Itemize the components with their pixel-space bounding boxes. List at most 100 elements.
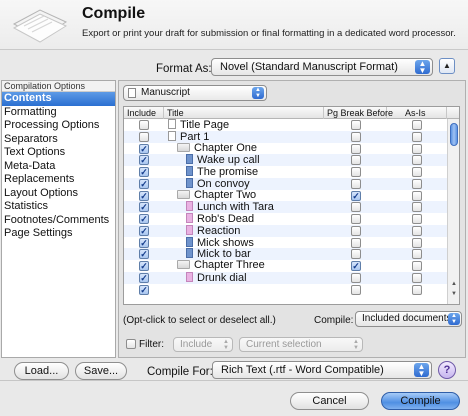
collection-popup[interactable]: Manuscript ▲ ▼ bbox=[123, 85, 267, 101]
table-row[interactable]: ✓ Rob's Dead bbox=[124, 213, 447, 225]
compile-scope-popup[interactable]: Included documents ▲ ▼ bbox=[355, 311, 462, 327]
scroll-down-icon[interactable]: ▼ bbox=[450, 291, 458, 297]
pg-break-checkbox[interactable] bbox=[351, 143, 361, 154]
include-checkbox[interactable]: ✓ bbox=[139, 167, 149, 177]
include-checkbox[interactable] bbox=[139, 120, 149, 130]
row-title: The promise bbox=[186, 166, 258, 178]
include-checkbox[interactable]: ✓ bbox=[139, 143, 149, 154]
sidebar-item-separators[interactable]: Separators bbox=[2, 133, 115, 147]
pg-break-checkbox[interactable] bbox=[351, 272, 361, 283]
sidebar-item-footnotes-comments[interactable]: Footnotes/Comments bbox=[2, 214, 115, 228]
table-scrollbar[interactable]: ▲ ▼ bbox=[447, 119, 459, 304]
as-is-checkbox[interactable] bbox=[412, 261, 422, 271]
include-column-header[interactable]: Include bbox=[124, 107, 164, 119]
sidebar-item-replacements[interactable]: Replacements bbox=[2, 173, 115, 187]
filter-mode-popup[interactable]: Include ▲ ▼ bbox=[173, 337, 233, 352]
pg-break-checkbox[interactable] bbox=[351, 178, 361, 189]
pg-break-checkbox[interactable] bbox=[351, 214, 361, 224]
table-row[interactable]: ✓ Reaction bbox=[124, 224, 447, 237]
include-checkbox[interactable]: ✓ bbox=[139, 214, 149, 224]
table-row[interactable]: ✓ Mick shows bbox=[124, 236, 447, 248]
row-title-text: Reaction bbox=[197, 224, 241, 237]
sidebar-item-statistics[interactable]: Statistics bbox=[2, 200, 115, 214]
collapse-format-button[interactable]: ▲ bbox=[439, 58, 455, 74]
table-row[interactable]: ✓ On convoy bbox=[124, 177, 447, 190]
as-is-checkbox[interactable] bbox=[412, 237, 422, 248]
format-as-popup[interactable]: Novel (Standard Manuscript Format) ▲ ▼ bbox=[211, 58, 433, 76]
include-checkbox[interactable]: ✓ bbox=[139, 155, 149, 166]
sidebar-item-processing-options[interactable]: Processing Options bbox=[2, 119, 115, 133]
table-row[interactable]: ✓ Chapter One bbox=[124, 142, 447, 155]
pg-break-checkbox[interactable] bbox=[351, 225, 361, 236]
table-row[interactable]: ✓ ✓ Chapter Two bbox=[124, 189, 447, 202]
as-is-checkbox[interactable] bbox=[412, 155, 422, 166]
sidebar-item-text-options[interactable]: Text Options bbox=[2, 146, 115, 160]
sidebar-item-page-settings[interactable]: Page Settings bbox=[2, 227, 115, 241]
table-row[interactable]: ✓ Lunch with Tara bbox=[124, 201, 447, 213]
pg-break-checkbox[interactable]: ✓ bbox=[351, 261, 361, 271]
as-is-checkbox[interactable] bbox=[412, 214, 422, 224]
pg-break-checkbox[interactable] bbox=[351, 249, 361, 260]
folder-icon bbox=[177, 142, 190, 152]
include-checkbox[interactable]: ✓ bbox=[139, 202, 149, 213]
as-is-checkbox[interactable] bbox=[412, 249, 422, 260]
as-is-checkbox[interactable] bbox=[412, 178, 422, 189]
compile-for-popup[interactable]: Rich Text (.rtf - Word Compatible) ▲ ▼ bbox=[212, 361, 432, 379]
pg-break-checkbox[interactable] bbox=[351, 131, 361, 142]
as-is-checkbox[interactable] bbox=[412, 202, 422, 213]
as-is-checkbox[interactable] bbox=[412, 190, 422, 201]
save-button[interactable]: Save... bbox=[75, 362, 127, 380]
table-row[interactable]: ✓ Wake up call bbox=[124, 154, 447, 166]
as-is-checkbox[interactable] bbox=[412, 143, 422, 154]
pg-break-checkbox[interactable] bbox=[351, 237, 361, 248]
filter-checkbox[interactable] bbox=[126, 339, 136, 349]
load-button[interactable]: Load... bbox=[14, 362, 69, 380]
table-row[interactable]: ✓ bbox=[124, 284, 447, 296]
folder-icon bbox=[177, 189, 190, 199]
table-row[interactable]: Part 1 bbox=[124, 130, 447, 143]
sidebar-item-layout-options[interactable]: Layout Options bbox=[2, 187, 115, 201]
compile-button[interactable]: Compile bbox=[381, 392, 460, 410]
include-checkbox[interactable]: ✓ bbox=[139, 272, 149, 283]
include-checkbox[interactable]: ✓ bbox=[139, 261, 149, 271]
pg-break-checkbox[interactable] bbox=[351, 202, 361, 213]
pg-break-checkbox[interactable] bbox=[351, 120, 361, 130]
as-is-checkbox[interactable] bbox=[412, 225, 422, 236]
include-checkbox[interactable]: ✓ bbox=[139, 249, 149, 260]
sidebar-item-contents[interactable]: Contents bbox=[2, 92, 115, 106]
as-is-checkbox[interactable] bbox=[412, 167, 422, 177]
pink-text-icon bbox=[186, 271, 193, 282]
title-column-header[interactable]: Title bbox=[164, 107, 324, 119]
table-row[interactable]: ✓ ✓ Chapter Three bbox=[124, 259, 447, 272]
table-row[interactable]: ✓ The promise bbox=[124, 166, 447, 178]
scroll-thumb[interactable] bbox=[450, 123, 458, 146]
include-checkbox[interactable]: ✓ bbox=[139, 178, 149, 189]
table-row[interactable]: Title Page bbox=[124, 119, 447, 131]
as-is-checkbox[interactable] bbox=[412, 131, 422, 142]
scroll-up-icon[interactable]: ▲ bbox=[450, 281, 458, 287]
table-row[interactable]: ✓ Drunk dial bbox=[124, 271, 447, 284]
pg-break-column-header[interactable]: Pg Break Before bbox=[324, 107, 393, 119]
pg-break-checkbox[interactable]: ✓ bbox=[351, 190, 361, 201]
pg-break-checkbox[interactable] bbox=[351, 155, 361, 166]
include-checkbox[interactable]: ✓ bbox=[139, 190, 149, 201]
as-is-column-header[interactable]: As-Is bbox=[387, 107, 447, 119]
as-is-checkbox[interactable] bbox=[412, 272, 422, 283]
include-checkbox[interactable]: ✓ bbox=[139, 237, 149, 248]
include-checkbox[interactable]: ✓ bbox=[139, 284, 149, 295]
popup-arrows-icon: ▲ ▼ bbox=[252, 87, 264, 99]
table-row[interactable]: ✓ Mick to bar bbox=[124, 248, 447, 260]
include-checkbox[interactable]: ✓ bbox=[139, 225, 149, 236]
blue-text-icon bbox=[186, 177, 193, 188]
sidebar-item-meta-data[interactable]: Meta-Data bbox=[2, 160, 115, 174]
as-is-checkbox[interactable] bbox=[412, 120, 422, 130]
pg-break-checkbox[interactable] bbox=[351, 284, 361, 295]
filter-row: Filter: Include ▲ ▼ Current selection ▲ ▼ bbox=[123, 337, 463, 353]
filter-selection-popup[interactable]: Current selection ▲ ▼ bbox=[239, 337, 363, 352]
sidebar-item-formatting[interactable]: Formatting bbox=[2, 106, 115, 120]
include-checkbox[interactable] bbox=[139, 131, 149, 142]
cancel-button[interactable]: Cancel bbox=[290, 392, 369, 410]
help-button[interactable]: ? bbox=[438, 361, 456, 379]
pg-break-checkbox[interactable] bbox=[351, 167, 361, 177]
as-is-checkbox[interactable] bbox=[412, 284, 422, 295]
